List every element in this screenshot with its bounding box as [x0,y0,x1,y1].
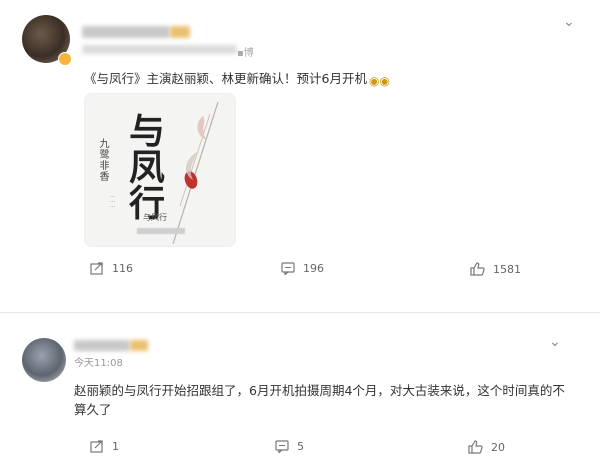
comment-count: 5 [297,440,304,453]
chevron-down-icon[interactable]: ⌄ [563,14,575,30]
cover-author: 九鹭非香 [97,138,108,182]
weibo-post-1: ▪博 ⌄ 《与凤行》主演赵丽颖、林更新确认！预计6月开机 ◉◉ 九鹭非香 ⋮⋮⋮ … [0,0,600,310]
book-cover-image[interactable]: 九鹭非香 ⋮⋮⋮ 与凤行 与凤行 [84,93,236,247]
verified-badge-icon [58,52,72,66]
share-icon [90,440,103,453]
chevron-down-icon[interactable]: ⌄ [549,334,561,350]
username-blurred[interactable] [82,26,170,38]
post-source: ▪博 [237,48,254,59]
repost-button[interactable]: 116 [90,262,133,275]
comment-count: 196 [303,262,324,275]
thumbs-up-icon [470,262,485,276]
cover-subtitle: 与凤行 [143,213,167,222]
post-time: 今天11:08 [74,358,123,369]
cover-small-text: ⋮⋮⋮ [109,194,115,209]
like-count: 1581 [493,262,521,276]
post-meta-blurred [82,45,237,54]
member-badge-blurred [130,340,148,351]
like-button[interactable]: 20 [468,440,505,454]
repost-button[interactable]: 1 [90,440,119,453]
share-icon [90,262,103,275]
member-badge-blurred [170,26,190,38]
like-button[interactable]: 1581 [470,262,521,276]
comment-icon [275,440,289,453]
comment-button[interactable]: 5 [275,440,304,453]
post-text: 赵丽颖的与凤行开始招跟组了，6月开机拍摄周期4个月，对大古装来说，这个时间真的不… [74,383,565,417]
sunglasses-emoji-icon: ◉◉ [368,74,390,88]
comment-button[interactable]: 196 [281,262,324,275]
avatar[interactable] [22,338,66,382]
post-text: 《与凤行》主演赵丽颖、林更新确认！预计6月开机 ◉◉ [84,71,390,88]
cover-fineprint [137,228,185,234]
comment-icon [281,262,295,275]
thumbs-up-icon [468,440,483,454]
cover-title: 与凤行 [123,112,165,220]
post-divider [0,312,600,313]
repost-count: 1 [112,440,119,453]
like-count: 20 [491,440,505,454]
username-blurred[interactable] [74,340,130,351]
repost-count: 116 [112,262,133,275]
